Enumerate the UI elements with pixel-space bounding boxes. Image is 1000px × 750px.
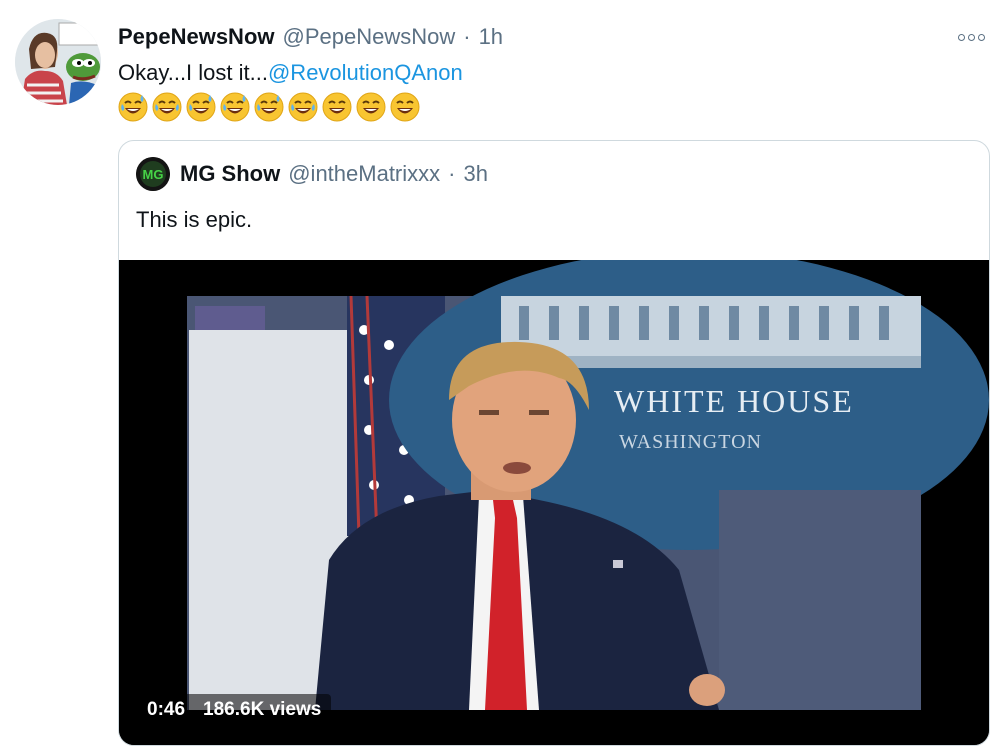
emoji-row [118,92,420,122]
sweat-smile-emoji-icon [254,92,284,122]
video-info-badge: 0:46 186.6K views [137,694,332,726]
mention-link[interactable]: @RevolutionQAnon [268,60,463,85]
video-duration: 0:46 [147,699,186,720]
video-frame: WHITE HOUSE WASHINGTON [119,260,989,745]
joy-emoji-icon [288,92,318,122]
sweat-smile-emoji-icon [220,92,250,122]
tweet-text: Okay...I lost it...@RevolutionQAnon [118,60,463,86]
tweet-header: PepeNewsNow @PepeNewsNow · 1h [118,24,503,54]
laugh-emoji-icon [322,92,352,122]
sweat-smile-emoji-icon [118,92,148,122]
more-options-icon[interactable] [958,30,988,44]
quoted-author-name[interactable]: MG Show [180,161,280,187]
quoted-separator-dot: · [448,161,456,186]
quoted-avatar-logo-text: MG [143,167,164,182]
quoted-tweet-text: This is epic. [136,207,253,232]
joy-emoji-icon [152,92,182,122]
sweat-smile-emoji-icon [186,92,216,122]
author-avatar[interactable] [15,19,101,105]
tweet-text-body: Okay...I lost it... [118,60,268,85]
author-name[interactable]: PepeNewsNow [118,24,275,50]
laugh-emoji-icon [390,92,420,122]
quoted-author-handle[interactable]: @intheMatrixxx [288,161,440,187]
quoted-timestamp[interactable]: 3h [463,161,487,187]
quoted-author-avatar[interactable]: MG [136,157,170,191]
video-player[interactable]: WHITE HOUSE WASHINGTON 0:46 186.6K views [119,260,989,745]
tweet: PepeNewsNow @PepeNewsNow · 1h Okay...I l… [0,0,1000,750]
video-views: 186.6K views [203,699,322,720]
quoted-tweet[interactable]: MG MG Show @intheMatrixxx · 3h This is e… [118,140,990,746]
separator-dot: · [463,24,471,49]
author-handle[interactable]: @PepeNewsNow [283,24,456,50]
laugh-emoji-icon [356,92,386,122]
tweet-timestamp[interactable]: 1h [479,24,503,50]
sign-line-2: WASHINGTON [619,431,762,453]
sign-line-1: WHITE HOUSE [614,383,854,419]
quoted-header: MG Show @intheMatrixxx · 3h [180,161,488,187]
